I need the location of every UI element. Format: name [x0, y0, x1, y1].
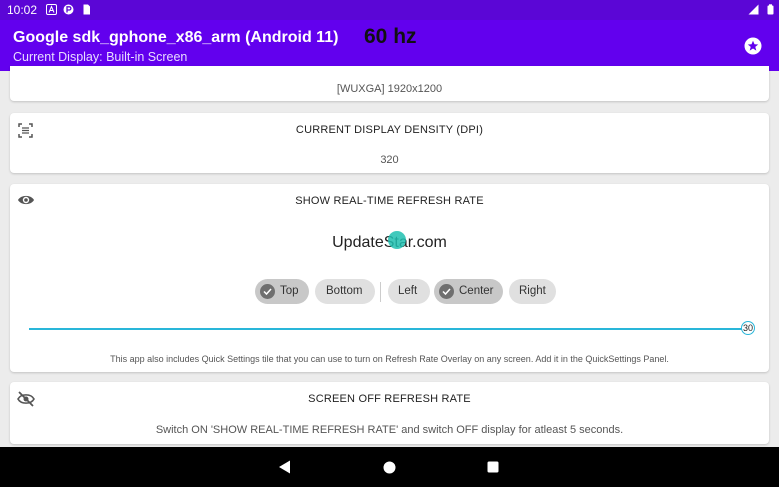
quick-settings-note: This app also includes Quick Settings ti… — [110, 354, 669, 364]
realtime-label[interactable]: SHOW REAL-TIME REFRESH RATE — [10, 195, 769, 207]
chip-left[interactable]: Left — [388, 279, 430, 304]
home-icon[interactable] — [383, 461, 396, 474]
app-bar: Google sdk_gphone_x86_arm (Android 11) 6… — [0, 20, 779, 71]
resolution-value: [WUXGA] 1920x1200 — [336, 83, 443, 95]
screen-off-description: Switch ON 'SHOW REAL-TIME REFRESH RATE' … — [155, 424, 624, 436]
check-icon — [439, 284, 454, 299]
battery-icon — [767, 4, 774, 15]
density-label: CURRENT DISPLAY DENSITY (DPI) — [295, 124, 484, 136]
screen-off-card: SCREEN OFF REFRESH RATE Switch ON 'SHOW … — [10, 382, 769, 444]
app-title: Google sdk_gphone_x86_arm (Android 11) — [13, 29, 339, 46]
watermark-dot — [388, 231, 406, 249]
refresh-slider-thumb[interactable]: 30 — [741, 321, 755, 335]
chip-right[interactable]: Right — [509, 279, 556, 304]
chip-divider — [380, 282, 381, 302]
status-bar: 10:02 — [0, 0, 779, 20]
resolution-card: [WUXGA] 1920x1200 — [10, 66, 769, 101]
chip-left-label: Left — [398, 285, 418, 297]
back-icon[interactable] — [278, 460, 291, 474]
notification-a-icon — [46, 4, 57, 15]
density-value: 320 — [380, 154, 399, 166]
refresh-rate-overlay: 60 hz — [364, 25, 417, 48]
chip-center-label: Center — [459, 285, 494, 297]
chip-bottom-label: Bottom — [326, 285, 363, 297]
chip-bottom[interactable]: Bottom — [315, 279, 375, 304]
chip-top[interactable]: Top — [255, 279, 309, 304]
signal-icon — [748, 4, 759, 15]
chip-center[interactable]: Center — [434, 279, 503, 304]
refresh-slider-track[interactable] — [29, 328, 749, 330]
app-subtitle: Current Display: Built-in Screen — [13, 50, 188, 64]
screen-off-label[interactable]: SCREEN OFF REFRESH RATE — [10, 393, 769, 405]
density-card: CURRENT DISPLAY DENSITY (DPI) 320 — [10, 113, 769, 173]
status-time: 10:02 — [7, 3, 38, 17]
chip-top-label: Top — [280, 285, 299, 297]
chip-right-label: Right — [519, 285, 546, 297]
sim-icon — [83, 4, 90, 15]
notification-p-icon — [63, 4, 74, 15]
realtime-card: SHOW REAL-TIME REFRESH RATE UpdateStar.c… — [10, 184, 769, 372]
star-icon[interactable] — [744, 37, 762, 55]
navigation-bar — [0, 447, 779, 487]
check-icon — [260, 284, 275, 299]
recents-icon[interactable] — [487, 461, 499, 473]
